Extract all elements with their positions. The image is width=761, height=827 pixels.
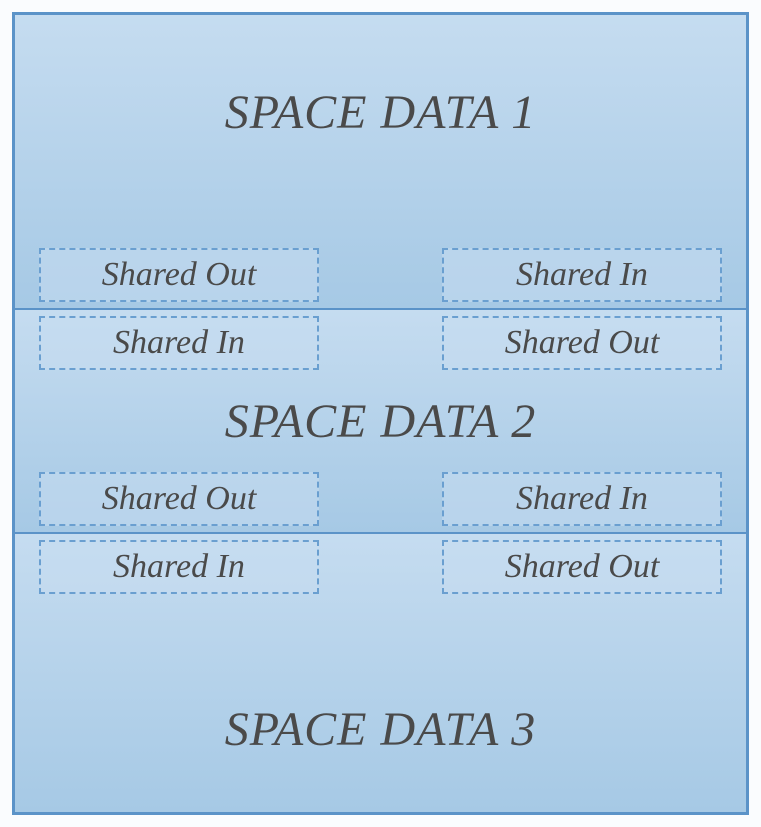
shared-row-2-bottom: Shared Out Shared In bbox=[15, 472, 746, 526]
shared-row-2-top: Shared In Shared Out bbox=[15, 316, 746, 370]
shared-out-box: Shared Out bbox=[39, 248, 319, 302]
shared-out-box: Shared Out bbox=[39, 472, 319, 526]
shared-row-1-bottom: Shared Out Shared In bbox=[15, 248, 746, 302]
diagram-container: SPACE DATA 1 Shared Out Shared In Shared… bbox=[12, 12, 749, 815]
space-title-3: SPACE DATA 3 bbox=[225, 702, 537, 757]
shared-row-3-top: Shared In Shared Out bbox=[15, 540, 746, 594]
shared-in-box: Shared In bbox=[442, 472, 722, 526]
shared-out-box: Shared Out bbox=[442, 540, 722, 594]
space-block-2: Shared In Shared Out SPACE DATA 2 Shared… bbox=[14, 309, 747, 534]
shared-in-box: Shared In bbox=[442, 248, 722, 302]
space-block-3: Shared In Shared Out SPACE DATA 3 bbox=[14, 533, 747, 813]
space-title-2: SPACE DATA 2 bbox=[225, 394, 537, 449]
shared-out-box: Shared Out bbox=[442, 316, 722, 370]
shared-in-box: Shared In bbox=[39, 540, 319, 594]
space-title-1: SPACE DATA 1 bbox=[225, 85, 537, 140]
space-block-1: SPACE DATA 1 Shared Out Shared In bbox=[14, 14, 747, 309]
shared-in-box: Shared In bbox=[39, 316, 319, 370]
